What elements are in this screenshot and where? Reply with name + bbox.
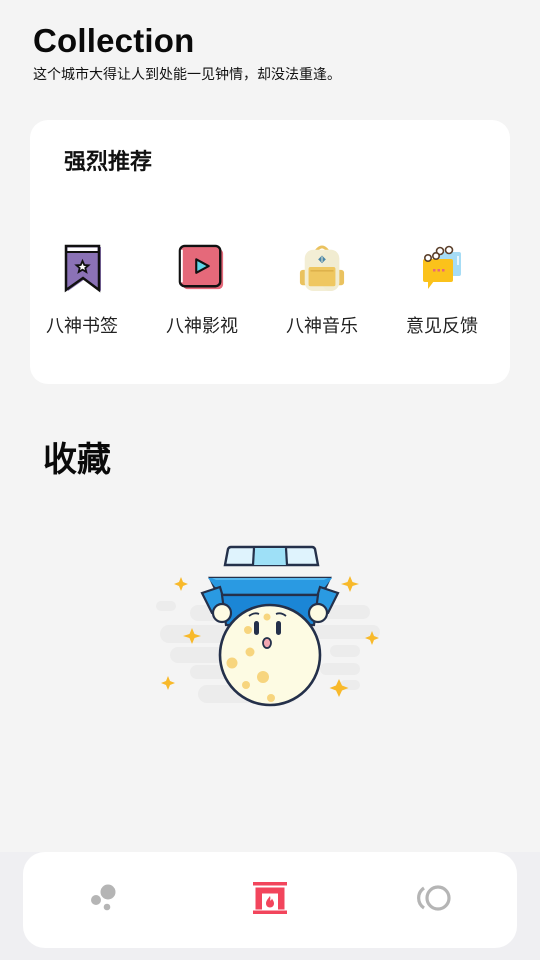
recommend-item-video[interactable]: 八神影视 — [142, 242, 262, 338]
header: Collection 这个城市大得让人到处能一见钟情，却没法重逢。 — [33, 22, 341, 84]
recommend-label: 意见反馈 — [406, 316, 478, 337]
recommend-label: 八神影视 — [166, 316, 238, 337]
bookmark-icon — [58, 242, 106, 294]
page-subtitle: 这个城市大得让人到处能一见钟情，却没法重逢。 — [33, 67, 341, 83]
page-title: Collection — [33, 22, 195, 59]
fireplace-icon — [252, 882, 287, 918]
recommend-item-feedback[interactable]: 意见反馈 — [382, 242, 502, 338]
recommend-item-bookmark[interactable]: 八神书签 — [22, 242, 142, 338]
bubbles-icon — [90, 883, 120, 917]
chat-bubbles-icon — [418, 242, 466, 294]
tab-profile[interactable] — [395, 870, 475, 930]
recommend-title: 强烈推荐 — [64, 150, 153, 175]
ring-icon — [416, 884, 453, 916]
empty-state-illustration — [150, 535, 390, 720]
favorites-title: 收藏 — [43, 440, 111, 480]
recommend-grid: 八神书签 八神影视 八神音乐 意见反馈 — [30, 242, 510, 338]
backpack-icon — [298, 242, 346, 294]
tab-collection[interactable] — [230, 870, 310, 930]
video-play-icon — [178, 242, 226, 294]
bottom-tab-bar — [23, 852, 517, 948]
tab-discover[interactable] — [65, 870, 145, 930]
recommend-item-music[interactable]: 八神音乐 — [262, 242, 382, 338]
recommend-label: 八神书签 — [46, 316, 118, 337]
recommend-label: 八神音乐 — [286, 316, 358, 337]
recommend-card: 强烈推荐 八神书签 八神影视 八神音乐 意见反馈 — [30, 120, 510, 384]
